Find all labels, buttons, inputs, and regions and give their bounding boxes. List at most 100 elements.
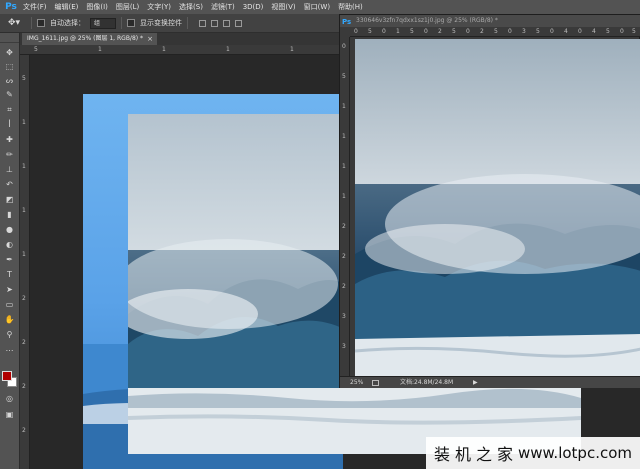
ruler-label: 1 [22, 207, 26, 214]
healing-brush-icon[interactable]: ✚ [3, 134, 16, 145]
ruler-label: 2 [480, 28, 484, 35]
export-icon[interactable] [372, 380, 379, 386]
brush-tool-icon[interactable]: ✏ [3, 149, 16, 160]
floating-document-window[interactable]: Ps 330646v3zfn7qdxx1sz1j0.jpg @ 25% (RGB… [339, 14, 640, 388]
menu-type[interactable]: 文字(Y) [143, 2, 175, 12]
zoom-tool-icon[interactable]: ⚲ [3, 329, 16, 340]
ruler-label: 1 [22, 163, 26, 170]
foreground-color-swatch[interactable] [2, 371, 12, 381]
clone-stamp-icon[interactable]: ⊥ [3, 164, 16, 175]
align-left-icon[interactable] [235, 19, 242, 27]
lasso-tool-icon[interactable]: ᔕ [3, 75, 16, 86]
menu-edit[interactable]: 编辑(E) [51, 2, 83, 12]
show-transform-checkbox[interactable] [127, 19, 135, 27]
history-brush-icon[interactable]: ↶ [3, 179, 16, 190]
move-tool-icon[interactable]: ✥▾ [8, 17, 26, 29]
move-tool-icon[interactable]: ✥ [3, 47, 16, 58]
dodge-tool-icon[interactable]: ◐ [3, 239, 16, 250]
quick-mask-icon[interactable]: ◎ [3, 393, 16, 404]
ruler-label: 4 [564, 28, 568, 35]
ruler-label: 2 [438, 28, 442, 35]
ruler-label: 1 [22, 119, 26, 126]
ruler-label: 0 [578, 28, 582, 35]
toolbar-grip[interactable] [0, 33, 19, 43]
floating-window-title: 330646v3zfn7qdxx1sz1j0.jpg @ 25% (RGB/8)… [356, 17, 498, 24]
vertical-ruler: 5 1 1 1 1 2 2 2 2 [20, 55, 30, 469]
auto-select-label: 自动选择： [50, 19, 85, 27]
gradient-tool-icon[interactable]: ▮ [3, 209, 16, 220]
ruler-label: 2 [342, 283, 346, 290]
align-top-icon[interactable] [199, 19, 206, 27]
horizontal-ruler: 5 1 1 1 1 [20, 45, 345, 55]
show-transform-label: 显示变换控件 [140, 19, 182, 27]
menu-help[interactable]: 帮助(H) [334, 2, 367, 12]
watermark-url: www.lotpc.com [518, 444, 632, 462]
menu-file[interactable]: 文件(F) [19, 2, 51, 12]
align-bottom-icon[interactable] [223, 19, 230, 27]
options-separator [187, 17, 188, 29]
marquee-tool-icon[interactable]: ⬚ [3, 61, 16, 72]
ruler-label: 1 [226, 46, 230, 53]
eyedropper-tool-icon[interactable]: ꟾ [3, 119, 16, 130]
ruler-label: 1 [98, 46, 102, 53]
ruler-label: 3 [342, 313, 346, 320]
menu-window[interactable]: 窗口(W) [300, 2, 334, 12]
auto-select-dropdown[interactable]: 组 [90, 17, 116, 29]
document-tab[interactable]: IMG_1611.jpg @ 25% (图层 1, RGB/8) * × [22, 33, 157, 45]
zoom-level[interactable]: 25% [350, 377, 363, 389]
ruler-label: 2 [22, 295, 26, 302]
menu-image[interactable]: 图像(I) [82, 2, 112, 12]
ruler-label: 2 [22, 383, 26, 390]
quick-select-tool-icon[interactable]: ✎ [3, 89, 16, 100]
type-tool-icon[interactable]: T [3, 269, 16, 280]
ruler-label: 5 [494, 28, 498, 35]
menu-layer[interactable]: 图层(L) [112, 2, 143, 12]
ruler-label: 1 [342, 133, 346, 140]
menu-select[interactable]: 选择(S) [175, 2, 207, 12]
pen-tool-icon[interactable]: ✒ [3, 254, 16, 265]
ruler-label: 2 [22, 339, 26, 346]
options-separator [121, 17, 122, 29]
menu-view[interactable]: 视图(V) [267, 2, 299, 12]
status-menu-arrow-icon[interactable]: ▶ [473, 377, 478, 389]
ruler-label: 1 [342, 193, 346, 200]
align-middle-icon[interactable] [211, 19, 218, 27]
menu-bar: Ps 文件(F) 编辑(E) 图像(I) 图层(L) 文字(Y) 选择(S) 滤… [0, 0, 640, 14]
ruler-label: 1 [396, 28, 400, 35]
ruler-label: 5 [34, 46, 38, 53]
floating-window-title-bar[interactable]: Ps 330646v3zfn7qdxx1sz1j0.jpg @ 25% (RGB… [340, 15, 640, 27]
site-watermark: 装机之家 www.lotpc.com [426, 437, 640, 469]
ruler-label: 3 [342, 343, 346, 350]
crop-tool-icon[interactable]: ⌗ [3, 104, 16, 115]
menu-3d[interactable]: 3D(D) [239, 3, 268, 11]
photoshop-logo: Ps [5, 2, 17, 12]
ruler-label: 5 [452, 28, 456, 35]
document-tab-title: IMG_1611.jpg @ 25% (图层 1, RGB/8) * [27, 35, 144, 42]
ruler-label: 1 [290, 46, 294, 53]
ruler-label: 2 [342, 223, 346, 230]
screen-mode-icon[interactable]: ▣ [3, 409, 16, 420]
ruler-label: 1 [162, 46, 166, 53]
path-select-icon[interactable]: ➤ [3, 284, 16, 295]
ruler-label: 5 [22, 75, 26, 82]
ruler-label: 1 [342, 103, 346, 110]
ruler-label: 1 [342, 163, 346, 170]
close-icon[interactable]: × [147, 33, 153, 45]
photoshop-logo: Ps [342, 18, 352, 26]
ruler-label: 1 [22, 251, 26, 258]
ruler-label: 0 [466, 28, 470, 35]
rectangle-tool-icon[interactable]: ▭ [3, 299, 16, 310]
auto-select-checkbox[interactable] [37, 19, 45, 27]
vertical-ruler: 0 5 1 1 1 1 2 2 2 3 3 [340, 37, 350, 376]
eraser-tool-icon[interactable]: ◩ [3, 194, 16, 205]
ruler-label: 3 [522, 28, 526, 35]
floating-document-canvas[interactable] [355, 39, 640, 379]
ruler-label: 0 [382, 28, 386, 35]
blur-tool-icon[interactable]: ● [3, 224, 16, 235]
more-tools-icon[interactable]: ⋯ [3, 345, 16, 356]
status-bar: 25% 文档:24.8M/24.8M ▶ [340, 376, 640, 388]
hand-tool-icon[interactable]: ✋ [3, 314, 16, 325]
ruler-label: 2 [342, 253, 346, 260]
align-icons-group [199, 19, 242, 27]
menu-filter[interactable]: 滤镜(T) [207, 2, 239, 12]
